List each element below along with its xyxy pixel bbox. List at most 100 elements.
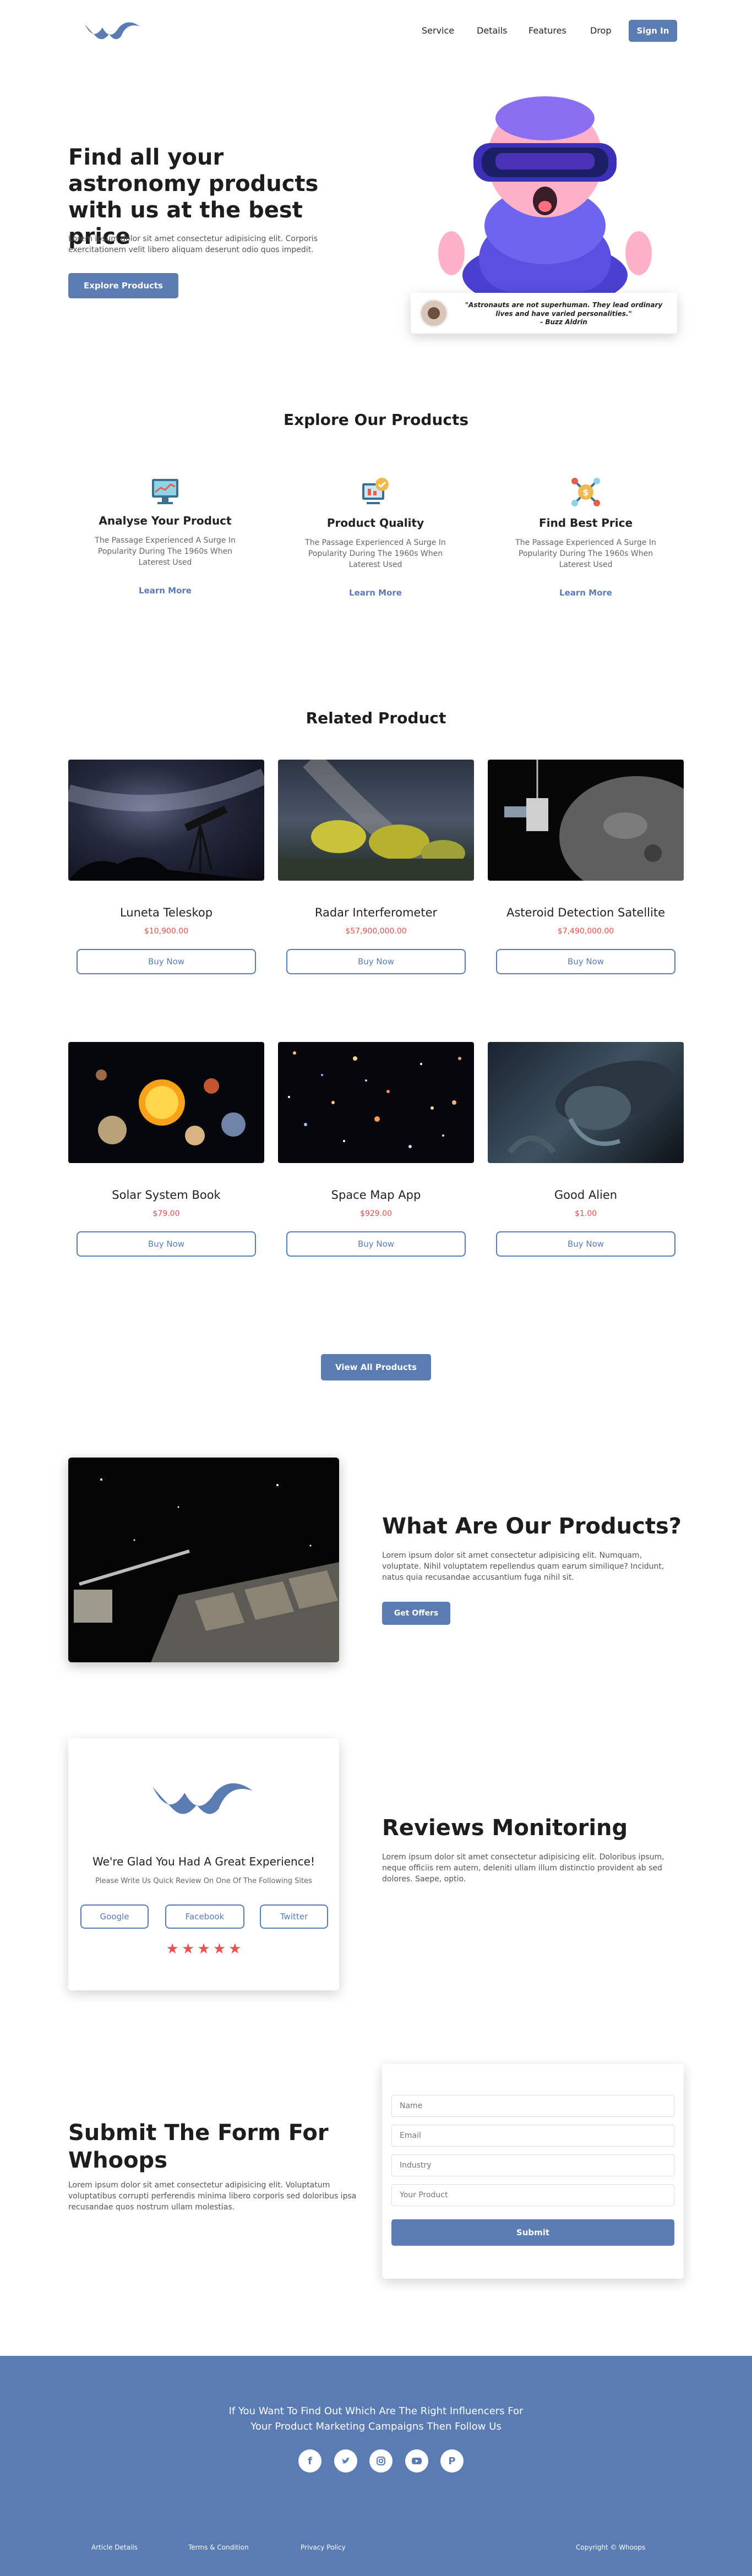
quote-text: "Astronauts are not superhuman. They lea… (465, 301, 663, 318)
submit-button[interactable]: Submit (391, 2219, 674, 2246)
star-icon: ★ (166, 1941, 179, 1957)
svg-text:$: $ (582, 487, 588, 498)
form-title: Submit The Form For Whoops (68, 2120, 329, 2173)
price-icon: $ (569, 476, 602, 509)
nav-features[interactable]: Features (528, 25, 566, 36)
product-card: Solar System Book $79.00 Buy Now (68, 1042, 264, 1257)
feature-price: $ Find Best Price The Passage Experience… (498, 476, 674, 598)
feature-title: Product Quality (326, 516, 424, 530)
feature-desc: The Passage Experienced A Surge In Popul… (95, 536, 236, 567)
product-name: Good Alien (554, 1188, 618, 1202)
footer-text-line1: If You Want To Find Out Which Are The Ri… (228, 2405, 524, 2417)
hero-text: Lorem ipsum dolor sit amet consectetur a… (68, 234, 318, 254)
signin-button[interactable]: Sign In (629, 20, 677, 42)
product-card: Asteroid Detection Satellite $7,490,000.… (488, 760, 684, 974)
feature-title: Find Best Price (538, 516, 633, 530)
youtube-icon[interactable] (405, 2449, 428, 2473)
review-card-title: We're Glad You Had A Great Experience! (92, 1855, 315, 1868)
product-image-radar (278, 760, 474, 881)
product-name: Solar System Book (112, 1188, 221, 1202)
explore-title: Explore Our Products (283, 411, 469, 429)
footer-text-line2: Your Product Marketing Campaigns Then Fo… (250, 2421, 502, 2432)
nav-drop[interactable]: Drop (590, 25, 612, 36)
social-links: f P (298, 2449, 464, 2473)
product-name: Asteroid Detection Satellite (506, 906, 666, 919)
get-offers-button[interactable]: Get Offers (382, 1602, 450, 1625)
nav-service[interactable]: Service (422, 25, 454, 36)
product-image-solar-system (68, 1042, 264, 1163)
product-card: Space Map App $929.00 Buy Now (278, 1042, 474, 1257)
learn-more-link[interactable]: Learn More (77, 586, 253, 596)
avatar (419, 299, 448, 328)
facebook-icon[interactable]: f (298, 2449, 321, 2473)
buy-now-button[interactable]: Buy Now (496, 1231, 675, 1257)
buy-now-button[interactable]: Buy Now (286, 1231, 466, 1257)
name-field[interactable] (391, 2095, 674, 2117)
feature-title: Analyse Your Product (99, 514, 232, 527)
learn-more-link[interactable]: Learn More (287, 588, 464, 598)
pinterest-icon[interactable]: P (440, 2449, 464, 2473)
feature-desc: The Passage Experienced A Surge In Popul… (305, 538, 446, 569)
related-title: Related Product (306, 709, 446, 727)
quality-icon (359, 476, 392, 509)
astronaut-illustration (413, 88, 677, 308)
product-image-space-map (278, 1042, 474, 1163)
logo-icon (85, 22, 140, 40)
logo[interactable] (83, 20, 143, 42)
learn-more-link[interactable]: Learn More (498, 588, 674, 598)
feature-desc: The Passage Experienced A Surge In Popul… (515, 538, 656, 569)
product-card: Good Alien $1.00 Buy Now (488, 1042, 684, 1257)
submit-form: Submit (382, 2064, 684, 2279)
star-rating: ★ ★ ★ ★ ★ (68, 1941, 339, 1957)
product-price: $79.00 (152, 1209, 180, 1218)
google-review-button[interactable]: Google (80, 1904, 149, 1929)
what-text: Lorem ipsum dolor sit amet consectetur a… (382, 1551, 664, 1582)
buy-now-button[interactable]: Buy Now (286, 949, 466, 974)
copyright: Copyright © Whoops (576, 2544, 646, 2551)
footer-link-article[interactable]: Article Details (91, 2544, 138, 2551)
product-price: $1.00 (574, 1209, 597, 1218)
product-field[interactable] (391, 2184, 674, 2206)
product-image-telescope (68, 760, 264, 881)
industry-field[interactable] (391, 2154, 674, 2176)
twitter-icon[interactable] (334, 2449, 357, 2473)
star-icon: ★ (228, 1941, 242, 1957)
buy-now-button[interactable]: Buy Now (496, 949, 675, 974)
buy-now-button[interactable]: Buy Now (77, 949, 256, 974)
nav-details[interactable]: Details (477, 25, 507, 36)
analytics-icon (149, 473, 182, 506)
footer-link-terms[interactable]: Terms & Condition (188, 2544, 249, 2551)
quote-card: "Astronauts are not superhuman. They lea… (411, 293, 677, 334)
instagram-icon[interactable] (369, 2449, 393, 2473)
quote-author: - Buzz Aldrin (540, 318, 587, 326)
product-name: Luneta Teleskop (119, 906, 213, 919)
twitter-review-button[interactable]: Twitter (260, 1904, 328, 1929)
review-logo-icon (149, 1777, 259, 1821)
what-title: What Are Our Products? (382, 1514, 682, 1539)
product-price: $7,490,000.00 (557, 927, 614, 936)
footer-link-privacy[interactable]: Privacy Policy (301, 2544, 346, 2551)
iss-image (68, 1458, 339, 1662)
product-card: Luneta Teleskop $10,900.00 Buy Now (68, 760, 264, 974)
feature-analyse: Analyse Your Product The Passage Experie… (77, 473, 253, 596)
facebook-review-button[interactable]: Facebook (165, 1904, 244, 1929)
product-price: $929.00 (360, 1209, 392, 1218)
form-text: Lorem ipsum dolor sit amet consectetur a… (68, 2181, 357, 2212)
product-image-alien (488, 1042, 684, 1163)
feature-quality: Product Quality The Passage Experienced … (287, 476, 464, 598)
product-card: Radar Interferometer $57,900,000.00 Buy … (278, 760, 474, 974)
review-card-subtitle: Please Write Us Quick Review On One Of T… (95, 1877, 312, 1885)
product-price: $10,900.00 (144, 927, 189, 936)
reviews-title: Reviews Monitoring (382, 1815, 628, 1841)
reviews-text: Lorem ipsum dolor sit amet consectetur a… (382, 1853, 664, 1884)
star-icon: ★ (197, 1941, 210, 1957)
star-icon: ★ (181, 1941, 195, 1957)
explore-products-button[interactable]: Explore Products (68, 273, 178, 298)
view-all-products-button[interactable]: View All Products (321, 1354, 431, 1380)
review-card: We're Glad You Had A Great Experience! P… (68, 1738, 339, 1990)
product-price: $57,900,000.00 (345, 927, 407, 936)
email-field[interactable] (391, 2125, 674, 2147)
product-image-asteroid (488, 760, 684, 881)
product-name: Space Map App (331, 1188, 421, 1202)
buy-now-button[interactable]: Buy Now (77, 1231, 256, 1257)
